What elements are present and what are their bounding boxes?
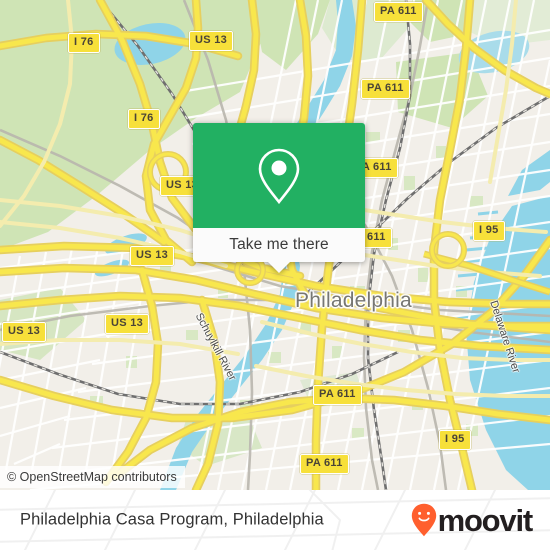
highway-shield[interactable]: PA 611 xyxy=(313,385,362,405)
footer-bar: Philadelphia Casa Program, Philadelphia … xyxy=(0,490,550,550)
moovit-wordmark: moovit xyxy=(437,502,534,538)
take-me-there-label: Take me there xyxy=(229,236,329,253)
highway-shield[interactable]: I 76 xyxy=(68,33,100,53)
highway-shield[interactable]: US 13 xyxy=(2,322,47,342)
map-pin-icon xyxy=(258,148,300,204)
popup-icon-panel xyxy=(193,123,365,228)
highway-shield[interactable]: US 13 xyxy=(105,314,150,334)
location-popup-card[interactable]: Take me there xyxy=(193,123,365,273)
map-screenshot: Philadelphia Delaware River Schuylkill R… xyxy=(0,0,550,550)
map-city-label: Philadelphia xyxy=(295,289,412,312)
highway-shield[interactable]: PA 611 xyxy=(361,79,410,99)
highway-shield[interactable]: PA 611 xyxy=(374,2,423,22)
moovit-brand[interactable]: moovit xyxy=(411,502,534,538)
map-canvas[interactable]: Philadelphia Delaware River Schuylkill R… xyxy=(0,0,550,490)
highway-shield[interactable]: I 95 xyxy=(439,430,471,450)
location-title: Philadelphia Casa Program, Philadelphia xyxy=(20,510,324,529)
highway-shield[interactable]: US 13 xyxy=(189,31,234,51)
highway-shield[interactable]: PA 611 xyxy=(300,454,349,474)
moovit-pin-smiley-icon xyxy=(411,503,436,537)
highway-shield[interactable]: US 13 xyxy=(130,246,175,266)
popup-tail xyxy=(268,262,290,273)
map-attribution[interactable]: © OpenStreetMap contributors xyxy=(0,466,185,488)
highway-shield[interactable]: I 95 xyxy=(473,221,505,241)
highway-shield[interactable]: I 76 xyxy=(128,109,160,129)
popup-action-panel[interactable]: Take me there xyxy=(193,228,365,273)
